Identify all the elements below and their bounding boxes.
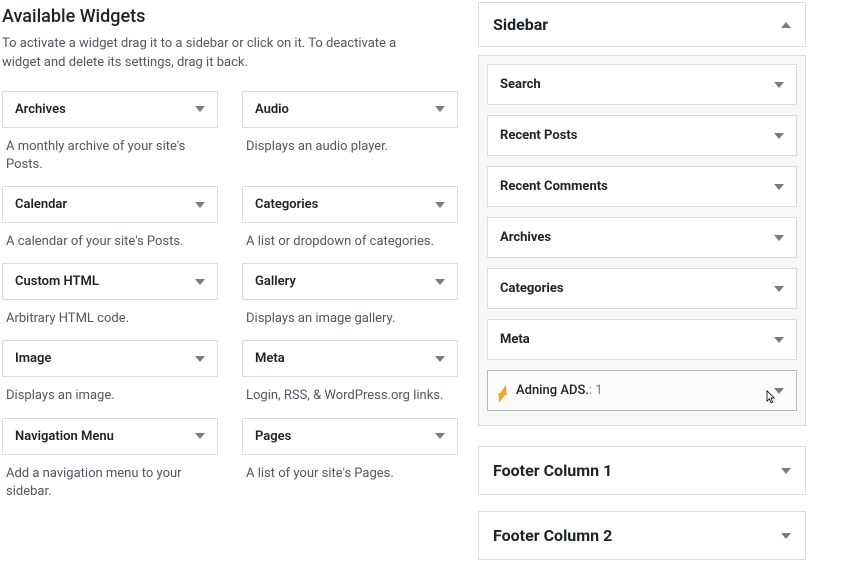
available-widget: Calendar A calendar of your site's Posts. bbox=[2, 186, 218, 251]
widget-area-header[interactable]: Footer Column 2 bbox=[478, 511, 806, 560]
available-widget-title: Categories bbox=[255, 197, 318, 212]
available-widget: Meta Login, RSS, & WordPress.org links. bbox=[242, 340, 458, 405]
chevron-down-icon bbox=[774, 337, 784, 343]
chevron-down-icon bbox=[435, 356, 445, 362]
available-widget-title: Navigation Menu bbox=[15, 429, 114, 444]
available-widget: Archives A monthly archive of your site's… bbox=[2, 91, 218, 174]
available-widget-desc: Arbitrary HTML code. bbox=[2, 300, 218, 328]
available-widget-header[interactable]: Custom HTML bbox=[2, 263, 218, 300]
chevron-down-icon bbox=[195, 106, 205, 112]
page-subtext: To activate a widget drag it to a sideba… bbox=[2, 35, 422, 73]
available-widget-title: Pages bbox=[255, 429, 291, 444]
available-widget-title: Gallery bbox=[255, 274, 296, 289]
available-widget-header[interactable]: Audio bbox=[242, 91, 458, 128]
available-widget-title: Custom HTML bbox=[15, 274, 99, 289]
chevron-down-icon bbox=[435, 433, 445, 439]
widget-area-title: Footer Column 2 bbox=[493, 526, 612, 545]
sidebar-widget[interactable]: Search bbox=[487, 64, 797, 105]
sidebar-widget[interactable]: Archives bbox=[487, 217, 797, 258]
available-widget: Navigation Menu Add a navigation menu to … bbox=[2, 418, 218, 501]
available-widget-desc: A list of your site's Pages. bbox=[242, 455, 458, 483]
available-widget-desc: Login, RSS, & WordPress.org links. bbox=[242, 377, 458, 405]
sidebar-widget[interactable]: Categories bbox=[487, 268, 797, 309]
sidebar-widget-title: Search bbox=[500, 77, 541, 92]
chevron-up-icon bbox=[781, 22, 791, 28]
available-widget-desc: A list or dropdown of categories. bbox=[242, 223, 458, 251]
available-widget-title: Calendar bbox=[15, 197, 67, 212]
available-widget-title: Meta bbox=[255, 351, 285, 366]
available-widget-title: Audio bbox=[255, 102, 289, 117]
available-widget-desc: A monthly archive of your site's Posts. bbox=[2, 128, 218, 174]
page-title: Available Widgets bbox=[2, 6, 458, 27]
available-widget-title: Image bbox=[15, 351, 51, 366]
chevron-down-icon bbox=[195, 279, 205, 285]
available-widget-header[interactable]: Archives bbox=[2, 91, 218, 128]
sidebar-widget[interactable]: Recent Comments bbox=[487, 166, 797, 207]
sidebar-area-body: Search Recent Posts Recent Comments Archive… bbox=[478, 55, 806, 426]
sidebar-area-header[interactable]: Sidebar bbox=[478, 2, 806, 47]
sidebar-area-title: Sidebar bbox=[493, 15, 548, 34]
chevron-down-icon bbox=[781, 468, 791, 474]
chevron-down-icon bbox=[195, 202, 205, 208]
chevron-down-icon bbox=[781, 533, 791, 539]
available-widget-header[interactable]: Pages bbox=[242, 418, 458, 455]
available-widget: Image Displays an image. bbox=[2, 340, 218, 405]
available-widget-desc: Displays an image gallery. bbox=[242, 300, 458, 328]
available-widget-header[interactable]: Gallery bbox=[242, 263, 458, 300]
sidebar-widget-title: Meta bbox=[500, 332, 530, 347]
chevron-down-icon bbox=[195, 433, 205, 439]
lightning-icon bbox=[499, 385, 510, 395]
chevron-down-icon bbox=[774, 235, 784, 241]
available-widget-desc: A calendar of your site's Posts. bbox=[2, 223, 218, 251]
chevron-down-icon bbox=[774, 82, 784, 88]
sidebar-widget-title: Recent Posts bbox=[500, 128, 577, 143]
available-widget: Categories A list or dropdown of categori… bbox=[242, 186, 458, 251]
chevron-down-icon bbox=[435, 279, 445, 285]
available-widget-header[interactable]: Calendar bbox=[2, 186, 218, 223]
available-widget: Audio Displays an audio player. bbox=[242, 91, 458, 174]
chevron-down-icon bbox=[774, 286, 784, 292]
available-widget: Pages A list of your site's Pages. bbox=[242, 418, 458, 501]
sidebar-widget[interactable]: Meta bbox=[487, 319, 797, 360]
available-widget-header[interactable]: Categories bbox=[242, 186, 458, 223]
sidebar-widget-adning[interactable]: Adning ADS.: 1 bbox=[487, 370, 797, 411]
available-widget-title: Archives bbox=[15, 102, 66, 117]
sidebar-widget-title: Adning ADS.: 1 bbox=[516, 383, 603, 398]
chevron-down-icon bbox=[435, 106, 445, 112]
available-widget-desc: Add a navigation menu to your sidebar. bbox=[2, 455, 218, 501]
sidebar-widget-title: Recent Comments bbox=[500, 179, 608, 194]
available-widget: Gallery Displays an image gallery. bbox=[242, 263, 458, 328]
sidebar-widget[interactable]: Recent Posts bbox=[487, 115, 797, 156]
available-widget-header[interactable]: Image bbox=[2, 340, 218, 377]
widget-area-title: Footer Column 1 bbox=[493, 461, 612, 480]
available-widget-desc: Displays an audio player. bbox=[242, 128, 458, 156]
available-widget-header[interactable]: Meta bbox=[242, 340, 458, 377]
sidebar-widget-title: Categories bbox=[500, 281, 564, 296]
chevron-down-icon bbox=[774, 133, 784, 139]
sidebar-widget-title: Archives bbox=[500, 230, 551, 245]
chevron-down-icon bbox=[774, 184, 784, 190]
chevron-down-icon bbox=[195, 356, 205, 362]
available-widget: Custom HTML Arbitrary HTML code. bbox=[2, 263, 218, 328]
available-widget-desc: Displays an image. bbox=[2, 377, 218, 405]
widget-area-header[interactable]: Footer Column 1 bbox=[478, 446, 806, 495]
available-widget-header[interactable]: Navigation Menu bbox=[2, 418, 218, 455]
chevron-down-icon bbox=[774, 388, 784, 394]
chevron-down-icon bbox=[435, 202, 445, 208]
